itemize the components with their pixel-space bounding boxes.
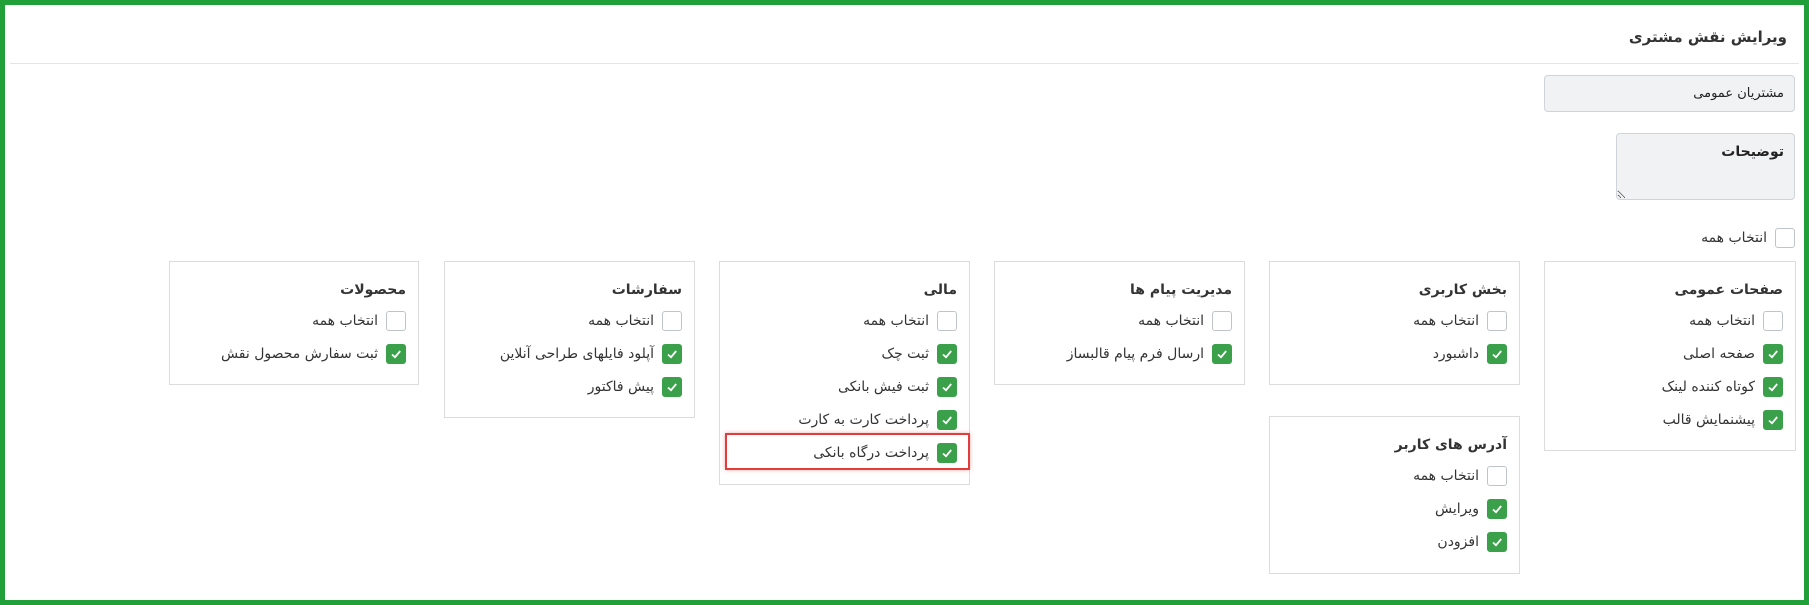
- permission-item[interactable]: ثبت چک: [881, 343, 957, 365]
- checkbox-label: داشبورد: [1432, 346, 1479, 362]
- check-icon: [1492, 350, 1502, 359]
- check-icon: [942, 416, 952, 425]
- check-icon: [942, 350, 952, 359]
- checkbox-checked[interactable]: [386, 344, 406, 364]
- permission-item[interactable]: صفحه اصلی: [1683, 343, 1783, 365]
- checkbox-label: صفحه اصلی: [1682, 346, 1755, 362]
- permission-item[interactable]: پرداخت کارت به کارت: [798, 409, 957, 431]
- checkbox[interactable]: [1487, 311, 1507, 331]
- checkbox-label: ثبت چک: [881, 346, 929, 362]
- checkbox-label: انتخاب همه: [1689, 313, 1755, 329]
- description-textarea[interactable]: [1616, 133, 1795, 200]
- section-title: سفارشات: [611, 282, 682, 298]
- section-title: محصولات: [340, 282, 406, 298]
- checkbox-label: ثبت فیش بانکی: [838, 379, 929, 395]
- checkbox-label: ارسال فرم پیام قالبساز: [1066, 346, 1204, 362]
- role-name-input[interactable]: [1544, 75, 1795, 112]
- checkbox-checked[interactable]: [1487, 499, 1507, 519]
- section-card-user-area: بخش کاربری انتخاب همه داشبورد: [1269, 261, 1520, 385]
- section-title: آدرس های کاربر: [1394, 437, 1507, 453]
- select-all-checkbox-row[interactable]: انتخاب همه: [1138, 310, 1232, 332]
- checkbox[interactable]: [1212, 311, 1232, 331]
- checkbox-label: پیش فاکتور: [587, 379, 654, 395]
- checkbox-label: انتخاب همه: [588, 313, 654, 329]
- checkbox[interactable]: [1763, 311, 1783, 331]
- checkbox-checked[interactable]: [662, 344, 682, 364]
- checkbox-label: انتخاب همه: [863, 313, 929, 329]
- checkbox-label: افزودن: [1437, 534, 1479, 550]
- checkbox-label: کوتاه کننده لینک: [1661, 379, 1755, 395]
- select-all-global-checkbox[interactable]: [1775, 228, 1795, 248]
- section-title: صفحات عمومی: [1674, 282, 1783, 298]
- section-card-user-addresses: آدرس های کاربر انتخاب همه ویرایش افزودن: [1269, 416, 1520, 574]
- checkbox-label: پیشنمایش قالب: [1662, 412, 1755, 428]
- check-icon: [1768, 350, 1778, 359]
- page-title: ویرایش نقش مشتری: [1628, 28, 1787, 46]
- highlight-box: [725, 433, 970, 470]
- permission-item[interactable]: پیشنمایش قالب: [1663, 409, 1783, 431]
- select-all-global-label: انتخاب همه: [1701, 230, 1767, 246]
- select-all-checkbox-row[interactable]: انتخاب همه: [588, 310, 682, 332]
- checkbox-checked[interactable]: [1763, 344, 1783, 364]
- checkbox-label: ویرایش: [1434, 501, 1479, 517]
- check-icon: [1492, 538, 1502, 547]
- section-title: مدیریت پیام ها: [1130, 282, 1232, 298]
- permission-item[interactable]: ثبت سفارش محصول نقش: [221, 343, 406, 365]
- check-icon: [667, 383, 677, 392]
- permission-item[interactable]: افزودن: [1437, 531, 1507, 553]
- checkbox-label: انتخاب همه: [1413, 313, 1479, 329]
- checkbox-checked[interactable]: [937, 377, 957, 397]
- check-icon: [1217, 350, 1227, 359]
- page-header: ویرایش نقش مشتری: [10, 10, 1799, 64]
- section-card-orders: سفارشات انتخاب همه آپلود فایلهای طراحی آ…: [444, 261, 695, 418]
- check-icon: [1768, 416, 1778, 425]
- check-icon: [1492, 505, 1502, 514]
- check-icon: [1768, 383, 1778, 392]
- checkbox-checked[interactable]: [1487, 344, 1507, 364]
- select-all-global[interactable]: انتخاب همه: [1701, 227, 1795, 249]
- permission-item[interactable]: پیش فاکتور: [588, 376, 682, 398]
- select-all-checkbox-row[interactable]: انتخاب همه: [863, 310, 957, 332]
- section-title: مالی: [923, 282, 957, 298]
- select-all-checkbox-row[interactable]: انتخاب همه: [1689, 310, 1783, 332]
- checkbox-label: انتخاب همه: [312, 313, 378, 329]
- checkbox-checked[interactable]: [937, 410, 957, 430]
- checkbox-label: انتخاب همه: [1413, 468, 1479, 484]
- permission-item[interactable]: ثبت فیش بانکی: [838, 376, 957, 398]
- checkbox[interactable]: [662, 311, 682, 331]
- section-card-public-pages: صفحات عمومی انتخاب همه صفحه اصلی کوتاه ک…: [1544, 261, 1796, 451]
- checkbox-label: انتخاب همه: [1138, 313, 1204, 329]
- section-title: بخش کاربری: [1418, 282, 1507, 298]
- checkbox-checked[interactable]: [1763, 410, 1783, 430]
- permission-item[interactable]: آپلود فایلهای طراحی آنلاین: [500, 343, 682, 365]
- section-card-messages: مدیریت پیام ها انتخاب همه ارسال فرم پیام…: [994, 261, 1245, 385]
- permission-item[interactable]: ارسال فرم پیام قالبساز: [1067, 343, 1232, 365]
- checkbox-checked[interactable]: [1763, 377, 1783, 397]
- checkbox-label: ثبت سفارش محصول نقش: [220, 346, 378, 362]
- section-card-products: محصولات انتخاب همه ثبت سفارش محصول نقش: [169, 261, 419, 385]
- check-icon: [391, 350, 401, 359]
- checkbox-checked[interactable]: [662, 377, 682, 397]
- checkbox-checked[interactable]: [1487, 532, 1507, 552]
- check-icon: [667, 350, 677, 359]
- permission-item[interactable]: ویرایش: [1435, 498, 1507, 520]
- checkbox-checked[interactable]: [937, 344, 957, 364]
- select-all-checkbox-row[interactable]: انتخاب همه: [312, 310, 406, 332]
- checkbox-label: آپلود فایلهای طراحی آنلاین: [499, 346, 654, 362]
- select-all-checkbox-row[interactable]: انتخاب همه: [1413, 310, 1507, 332]
- checkbox-checked[interactable]: [1212, 344, 1232, 364]
- permission-item[interactable]: داشبورد: [1433, 343, 1507, 365]
- select-all-checkbox-row[interactable]: انتخاب همه: [1413, 465, 1507, 487]
- checkbox[interactable]: [386, 311, 406, 331]
- checkbox[interactable]: [937, 311, 957, 331]
- checkbox-label: پرداخت کارت به کارت: [798, 412, 929, 428]
- permission-item[interactable]: کوتاه کننده لینک: [1662, 376, 1783, 398]
- check-icon: [942, 383, 952, 392]
- checkbox[interactable]: [1487, 466, 1507, 486]
